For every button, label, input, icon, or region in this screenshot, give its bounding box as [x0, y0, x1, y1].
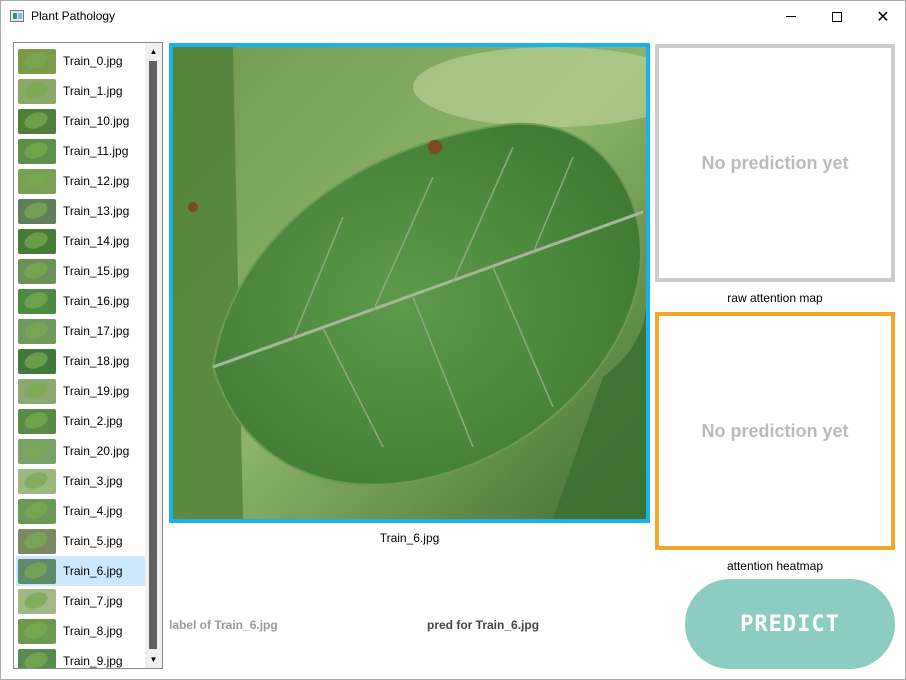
- title-bar[interactable]: Plant Pathology ✕: [1, 1, 905, 32]
- list-item[interactable]: Train_18.jpg: [16, 346, 145, 376]
- minimize-button[interactable]: [768, 1, 814, 32]
- raw-attention-placeholder: No prediction yet: [701, 152, 849, 173]
- scroll-down-arrow-icon[interactable]: ▼: [145, 651, 162, 668]
- thumbnail-image: [18, 258, 56, 284]
- list-item[interactable]: Train_6.jpg: [16, 556, 145, 586]
- list-item[interactable]: Train_20.jpg: [16, 436, 145, 466]
- app-icon: [10, 10, 24, 22]
- close-button[interactable]: ✕: [860, 1, 906, 32]
- maximize-icon: [832, 11, 842, 22]
- thumbnail-image: [18, 408, 56, 434]
- list-item-label: Train_1.jpg: [63, 84, 123, 98]
- list-item-label: Train_0.jpg: [63, 54, 123, 68]
- close-icon: ✕: [876, 6, 890, 26]
- thumbnail-image: [18, 48, 56, 74]
- list-item[interactable]: Train_11.jpg: [16, 136, 145, 166]
- leaf-photo: [173, 47, 646, 519]
- ground-truth-label: label of Train_6.jpg: [169, 618, 278, 632]
- thumbnail-image: [18, 468, 56, 494]
- list-item[interactable]: Train_15.jpg: [16, 256, 145, 286]
- list-item-label: Train_17.jpg: [63, 324, 130, 338]
- list-item-label: Train_16.jpg: [63, 294, 130, 308]
- list-item-label: Train_4.jpg: [63, 504, 123, 518]
- list-item[interactable]: Train_0.jpg: [16, 46, 145, 76]
- thumbnail-image: [18, 168, 56, 194]
- list-scrollbar[interactable]: ▲ ▼: [145, 43, 162, 668]
- thumbnail-image: [18, 438, 56, 464]
- list-item-label: Train_3.jpg: [63, 474, 123, 488]
- list-item[interactable]: Train_2.jpg: [16, 406, 145, 436]
- list-item[interactable]: Train_17.jpg: [16, 316, 145, 346]
- heatmap-placeholder: No prediction yet: [701, 420, 849, 441]
- list-item-label: Train_15.jpg: [63, 264, 130, 278]
- minimize-icon: [786, 16, 796, 17]
- list-item-label: Train_18.jpg: [63, 354, 130, 368]
- thumbnail-image: [18, 108, 56, 134]
- attention-heatmap-caption: attention heatmap: [726, 559, 824, 573]
- list-item-label: Train_9.jpg: [63, 654, 123, 668]
- list-item-label: Train_5.jpg: [63, 534, 123, 548]
- thumbnail-image: [18, 198, 56, 224]
- list-item-label: Train_12.jpg: [63, 174, 130, 188]
- list-item-label: Train_8.jpg: [63, 624, 123, 638]
- list-item-label: Train_20.jpg: [63, 444, 130, 458]
- thumbnail-image: [18, 288, 56, 314]
- thumbnail-image: [18, 618, 56, 644]
- thumbnail-image: [18, 138, 56, 164]
- thumbnail-image: [18, 318, 56, 344]
- thumbnail-image: [18, 558, 56, 584]
- list-item-label: Train_19.jpg: [63, 384, 130, 398]
- list-item-label: Train_10.jpg: [63, 114, 130, 128]
- list-item[interactable]: Train_8.jpg: [16, 616, 145, 646]
- list-item-label: Train_13.jpg: [63, 204, 130, 218]
- raw-attention-caption: raw attention map: [727, 291, 823, 305]
- main-leaf-image: [169, 43, 650, 523]
- maximize-button[interactable]: [814, 1, 860, 32]
- thumbnail-image: [18, 348, 56, 374]
- list-item[interactable]: Train_19.jpg: [16, 376, 145, 406]
- list-item[interactable]: Train_1.jpg: [16, 76, 145, 106]
- list-item[interactable]: Train_10.jpg: [16, 106, 145, 136]
- list-item[interactable]: Train_13.jpg: [16, 196, 145, 226]
- image-file-list[interactable]: Train_9.jpg Train_8.jpg Train_7.jpg Train_6…: [13, 42, 163, 669]
- list-item-label: Train_6.jpg: [63, 564, 123, 578]
- window-title: Plant Pathology: [31, 9, 116, 23]
- attention-heatmap-panel: No prediction yet: [655, 312, 895, 550]
- thumbnail-image: [18, 528, 56, 554]
- thumbnail-image: [18, 228, 56, 254]
- list-item-label: Train_14.jpg: [63, 234, 130, 248]
- predict-button[interactable]: PREDICT: [685, 579, 895, 669]
- scroll-up-arrow-icon[interactable]: ▲: [145, 43, 162, 60]
- thumbnail-image: [18, 378, 56, 404]
- list-item[interactable]: Train_9.jpg: [16, 646, 145, 668]
- thumbnail-image: [18, 588, 56, 614]
- list-item[interactable]: Train_14.jpg: [16, 226, 145, 256]
- thumbnail-image: [18, 78, 56, 104]
- thumbnail-image: [18, 498, 56, 524]
- list-item[interactable]: Train_4.jpg: [16, 496, 145, 526]
- prediction-label: pred for Train_6.jpg: [427, 618, 540, 632]
- raw-attention-map-panel: No prediction yet: [655, 44, 895, 282]
- thumbnail-image: [18, 648, 56, 668]
- main-image-caption: Train_6.jpg: [379, 531, 440, 545]
- list-item-label: Train_11.jpg: [63, 144, 129, 158]
- list-item-label: Train_2.jpg: [63, 414, 123, 428]
- list-item[interactable]: Train_3.jpg: [16, 466, 145, 496]
- list-item[interactable]: Train_16.jpg: [16, 286, 145, 316]
- scroll-thumb[interactable]: [149, 61, 157, 649]
- list-item-label: Train_7.jpg: [63, 594, 123, 608]
- list-item[interactable]: Train_12.jpg: [16, 166, 145, 196]
- app-window: Plant Pathology ✕ Train_9.jpg Train_8.jpg…: [0, 0, 906, 680]
- list-item[interactable]: Train_5.jpg: [16, 526, 145, 556]
- list-item[interactable]: Train_7.jpg: [16, 586, 145, 616]
